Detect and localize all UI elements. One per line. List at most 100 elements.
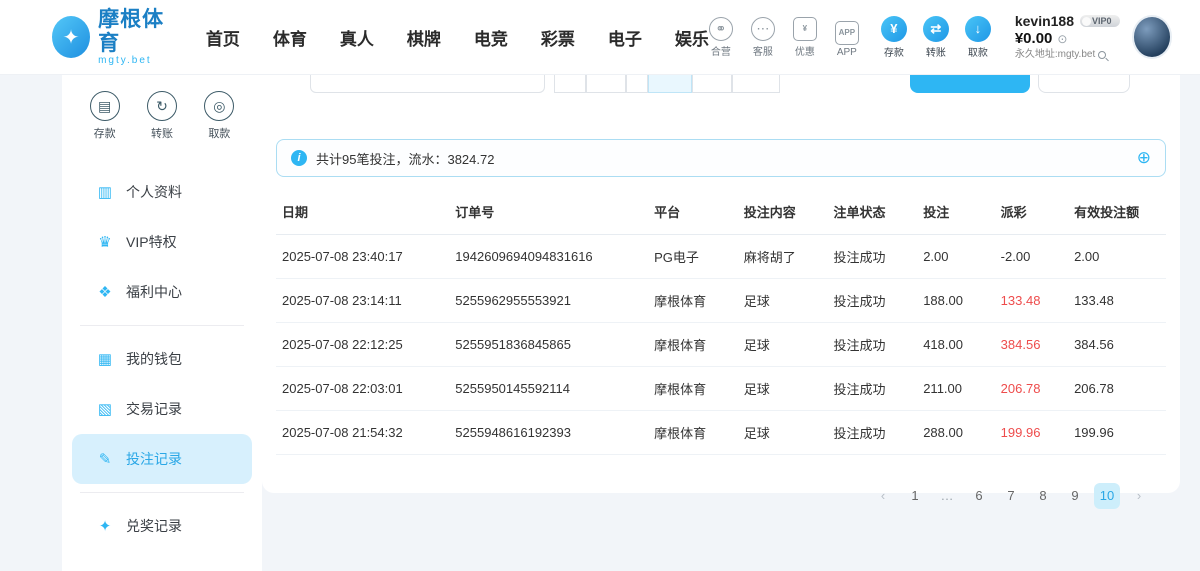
filter-option-selected[interactable] — [648, 75, 692, 93]
col-content: 投注内容 — [738, 189, 828, 235]
page-6[interactable]: 6 — [966, 483, 992, 509]
crown-icon: ♛ — [96, 233, 114, 251]
header-money-icons: ¥ 存款 ⇄ 转账 ↓ 取款 — [881, 16, 991, 59]
logo-title: 摩根体育 — [98, 8, 178, 54]
nav-entertainment[interactable]: 娱乐 — [675, 25, 709, 50]
promo-icon: ¥ — [793, 17, 817, 41]
page-7[interactable]: 7 — [998, 483, 1024, 509]
table-row: 2025-07-08 22:03:01 5255950145592114 摩根体… — [276, 367, 1166, 411]
withdraw-button[interactable]: ↓ 取款 — [965, 16, 991, 59]
sidebar-item-transactions[interactable]: ▧ 交易记录 — [72, 384, 252, 434]
deposit-icon: ▤ — [90, 91, 120, 121]
table-row: 2025-07-08 21:54:32 5255948616192393 摩根体… — [276, 411, 1166, 455]
col-status: 注单状态 — [828, 189, 918, 235]
table-row: 2025-07-08 23:40:17 1942609694094831616 … — [276, 235, 1166, 279]
app-download-button[interactable]: APP APP — [835, 21, 859, 58]
promo-button[interactable]: ¥ 优惠 — [793, 17, 817, 58]
redeem-icon: ✦ — [96, 517, 114, 535]
nav-lottery[interactable]: 彩票 — [541, 25, 575, 50]
profile-icon: ▥ — [96, 183, 114, 201]
main-content: i 共计95笔投注，流水：3824.72 ⊕ 日期 订单号 平台 投注内容 注单… — [262, 75, 1200, 571]
refresh-balance-icon[interactable]: ⊙ — [1057, 32, 1067, 46]
next-page-button[interactable]: › — [1126, 483, 1152, 509]
table-header-row: 日期 订单号 平台 投注内容 注单状态 投注 派彩 有效投注额 — [276, 189, 1166, 235]
date-range-input[interactable] — [310, 75, 545, 93]
filter-option[interactable] — [586, 75, 626, 93]
transactions-icon: ▧ — [96, 400, 114, 418]
sidebar-item-redeem-records[interactable]: ✦ 兑奖记录 — [72, 501, 252, 551]
col-order: 订单号 — [449, 189, 648, 235]
prev-page-button[interactable]: ‹ — [870, 483, 896, 509]
col-payout: 派彩 — [995, 189, 1068, 235]
sidebar-transfer-button[interactable]: ↻ 转账 — [147, 91, 177, 151]
page-9[interactable]: 9 — [1062, 483, 1088, 509]
summary-bar: i 共计95笔投注，流水：3824.72 ⊕ — [276, 139, 1166, 177]
page-10-active[interactable]: 10 — [1094, 483, 1120, 509]
logo-subtitle: mgty.bet — [98, 55, 178, 66]
customer-service-icon: ⋯ — [751, 17, 775, 41]
sidebar-item-profile[interactable]: ▥ 个人资料 — [72, 167, 252, 217]
partner-button[interactable]: ⚭ 合营 — [709, 17, 733, 58]
table-row: 2025-07-08 23:14:11 5255962955553921 摩根体… — [276, 279, 1166, 323]
deposit-button[interactable]: ¥ 存款 — [881, 16, 907, 59]
table-row: 2025-07-08 22:12:25 5255951836845865 摩根体… — [276, 323, 1166, 367]
sidebar: ▤ 存款 ↻ 转账 ◎ 取款 ▥ 个人资料 ♛ VIP特权 ❖ 福利中心 — [62, 75, 262, 571]
col-date: 日期 — [276, 189, 449, 235]
nav-live[interactable]: 真人 — [340, 25, 374, 50]
sidebar-item-benefits[interactable]: ❖ 福利中心 — [72, 267, 252, 317]
page-8[interactable]: 8 — [1030, 483, 1056, 509]
pagination: ‹ 1 … 6 7 8 9 10 › — [262, 483, 1152, 509]
app-icon: APP — [835, 21, 859, 45]
expand-plus-icon[interactable]: ⊕ — [1137, 148, 1151, 168]
sidebar-divider — [80, 325, 244, 326]
sidebar-item-bet-records[interactable]: ✎ 投注记录 — [72, 434, 252, 484]
nav-cards[interactable]: 棋牌 — [407, 25, 441, 50]
reset-button[interactable] — [1038, 75, 1130, 93]
nav-slots[interactable]: 电子 — [608, 25, 642, 50]
filter-row-cutoff — [262, 75, 1180, 93]
benefit-icon: ❖ — [96, 283, 114, 301]
nav-esports[interactable]: 电竞 — [474, 25, 508, 50]
username[interactable]: kevin188 — [1015, 13, 1074, 30]
bet-records-icon: ✎ — [96, 450, 114, 468]
info-icon: i — [291, 150, 307, 166]
filter-option[interactable] — [554, 75, 586, 93]
col-valid: 有效投注额 — [1068, 189, 1166, 235]
search-button[interactable] — [910, 75, 1030, 93]
user-info: kevin188 VIP0 ¥0.00 ⊙ 永久地址:mgty.bet — [1015, 13, 1120, 62]
filter-option[interactable] — [692, 75, 732, 93]
col-bet: 投注 — [917, 189, 994, 235]
sidebar-quick-actions: ▤ 存款 ↻ 转账 ◎ 取款 — [62, 91, 262, 151]
header-quick-icons: ⚭ 合营 ⋯ 客服 ¥ 优惠 APP APP — [709, 17, 859, 58]
search-icon[interactable] — [1098, 51, 1106, 59]
logo-icon: ✦ — [52, 16, 90, 58]
sidebar-item-wallet[interactable]: ▦ 我的钱包 — [72, 334, 252, 384]
sidebar-withdraw-button[interactable]: ◎ 取款 — [204, 91, 234, 151]
nav-home[interactable]: 首页 — [206, 25, 240, 50]
permanent-address: 永久地址:mgty.bet — [1015, 49, 1095, 61]
page-1[interactable]: 1 — [902, 483, 928, 509]
deposit-icon: ¥ — [881, 16, 907, 42]
logo[interactable]: ✦ 摩根体育 mgty.bet — [52, 8, 178, 65]
main-nav: 首页 体育 真人 棋牌 电竞 彩票 电子 娱乐 — [206, 25, 709, 50]
bet-records-card: i 共计95笔投注，流水：3824.72 ⊕ 日期 订单号 平台 投注内容 注单… — [262, 75, 1180, 493]
transfer-button[interactable]: ⇄ 转账 — [923, 16, 949, 59]
filter-option[interactable] — [732, 75, 780, 93]
avatar[interactable] — [1132, 15, 1172, 59]
filter-option[interactable] — [626, 75, 648, 93]
bet-records-table: 日期 订单号 平台 投注内容 注单状态 投注 派彩 有效投注额 2025-07-… — [276, 189, 1166, 455]
sidebar-item-vip[interactable]: ♛ VIP特权 — [72, 217, 252, 267]
withdraw-icon: ◎ — [204, 91, 234, 121]
customer-service-button[interactable]: ⋯ 客服 — [751, 17, 775, 58]
vip-badge: VIP0 — [1080, 15, 1120, 28]
sidebar-divider — [80, 492, 244, 493]
withdraw-icon: ↓ — [965, 16, 991, 42]
page-ellipsis: … — [934, 483, 960, 509]
col-platform: 平台 — [648, 189, 738, 235]
wallet-icon: ▦ — [96, 350, 114, 368]
partner-icon: ⚭ — [709, 17, 733, 41]
nav-sports[interactable]: 体育 — [273, 25, 307, 50]
summary-text: 共计95笔投注，流水：3824.72 — [316, 149, 494, 168]
sidebar-deposit-button[interactable]: ▤ 存款 — [90, 91, 120, 151]
balance: ¥0.00 — [1015, 30, 1053, 48]
